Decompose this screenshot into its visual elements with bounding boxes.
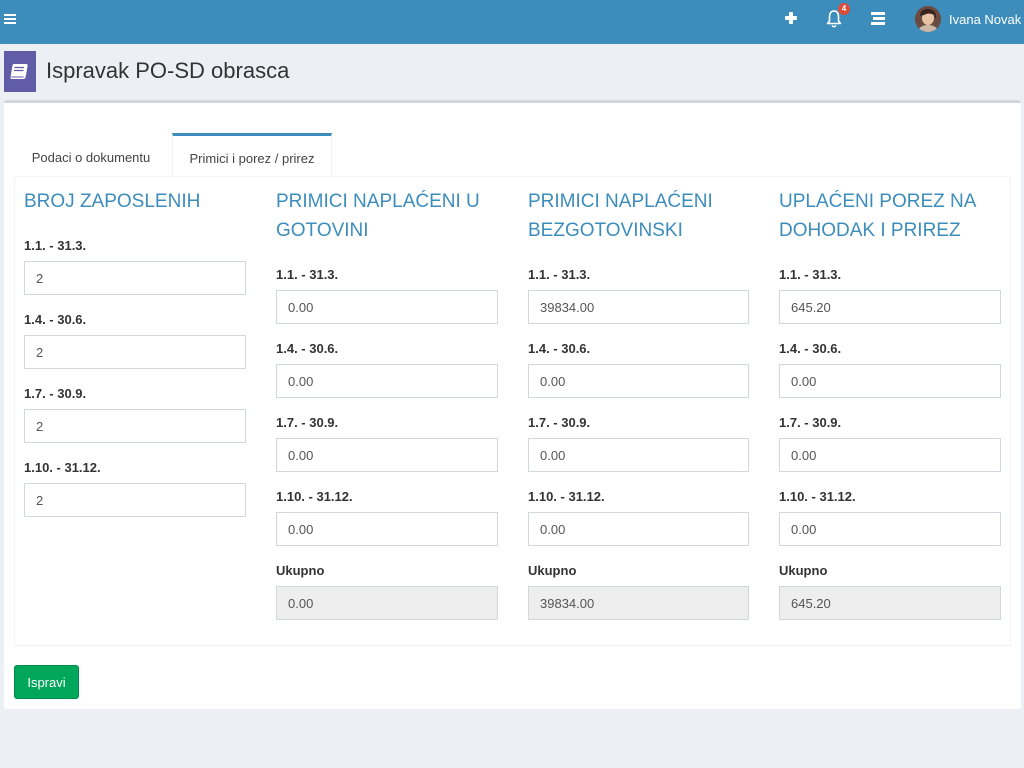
field-label: 1.4. - 30.6. bbox=[24, 312, 87, 327]
field-label: 1.1. - 31.3. bbox=[528, 267, 591, 282]
tab-income-and-tax[interactable]: Primici i porez / prirez bbox=[172, 133, 332, 177]
column-heading-paid-tax: UPLAĆENI POREZ NA DOHODAK I PRIREZ bbox=[779, 191, 976, 241]
menu-toggle-icon[interactable] bbox=[4, 13, 16, 25]
page-title: Ispravak PO-SD obrasca bbox=[46, 58, 290, 83]
paid-tax-q1-input[interactable] bbox=[779, 290, 1001, 324]
cash-income-q4-input[interactable] bbox=[276, 512, 498, 546]
column-heading-employees: BROJ ZAPOSLENIH bbox=[24, 191, 201, 212]
field-label: 1.10. - 31.12. bbox=[24, 460, 101, 475]
field-label: 1.4. - 30.6. bbox=[528, 341, 591, 356]
field-label: 1.7. - 30.9. bbox=[779, 415, 842, 430]
field-label: 1.7. - 30.9. bbox=[276, 415, 339, 430]
employees-q1-input[interactable] bbox=[24, 261, 246, 295]
paid-tax-q4-input[interactable] bbox=[779, 512, 1001, 546]
field-label: 1.4. - 30.6. bbox=[779, 341, 842, 356]
field-label: 1.7. - 30.9. bbox=[528, 415, 591, 430]
noncash-income-total-input bbox=[528, 586, 749, 620]
tab-panel-border bbox=[1010, 176, 1011, 646]
cash-income-q3-input[interactable] bbox=[276, 438, 498, 472]
submit-correction-button[interactable]: Ispravi bbox=[14, 665, 79, 699]
employees-q4-input[interactable] bbox=[24, 483, 246, 517]
field-label: 1.7. - 30.9. bbox=[24, 386, 87, 401]
add-icon[interactable] bbox=[784, 11, 798, 25]
cash-income-q1-input[interactable] bbox=[276, 290, 498, 324]
paid-tax-q3-input[interactable] bbox=[779, 438, 1001, 472]
field-label: 1.10. - 31.12. bbox=[528, 489, 605, 504]
top-navbar: 4 Ivana Novak bbox=[0, 0, 1024, 44]
noncash-income-q1-input[interactable] bbox=[528, 290, 749, 324]
tasks-icon[interactable] bbox=[871, 12, 885, 25]
column-heading-cash-income: PRIMICI NAPLAĆENI U GOTOVINI bbox=[276, 191, 480, 241]
cash-income-total-input bbox=[276, 586, 498, 620]
total-label: Ukupno bbox=[779, 563, 828, 578]
total-label: Ukupno bbox=[528, 563, 577, 578]
book-icon bbox=[4, 51, 36, 92]
tab-document-data[interactable]: Podaci o dokumentu bbox=[14, 136, 168, 180]
field-label: 1.10. - 31.12. bbox=[276, 489, 353, 504]
field-label: 1.1. - 31.3. bbox=[24, 238, 87, 253]
cash-income-q2-input[interactable] bbox=[276, 364, 498, 398]
paid-tax-total-input bbox=[779, 586, 1001, 620]
column-heading-noncash-income: PRIMICI NAPLAĆENI BEZGOTOVINSKI bbox=[528, 191, 713, 241]
tabs-divider bbox=[14, 176, 1010, 177]
noncash-income-q4-input[interactable] bbox=[528, 512, 749, 546]
noncash-income-q3-input[interactable] bbox=[528, 438, 749, 472]
total-label: Ukupno bbox=[276, 563, 325, 578]
field-label: 1.10. - 31.12. bbox=[779, 489, 856, 504]
paid-tax-q2-input[interactable] bbox=[779, 364, 1001, 398]
field-label: 1.1. - 31.3. bbox=[276, 267, 339, 282]
tab-panel-border bbox=[14, 176, 15, 646]
field-label: 1.1. - 31.3. bbox=[779, 267, 842, 282]
employees-q2-input[interactable] bbox=[24, 335, 246, 369]
field-label: 1.4. - 30.6. bbox=[276, 341, 339, 356]
noncash-income-q2-input[interactable] bbox=[528, 364, 749, 398]
user-name[interactable]: Ivana Novak bbox=[949, 12, 1021, 27]
employees-q3-input[interactable] bbox=[24, 409, 246, 443]
user-avatar[interactable] bbox=[915, 6, 941, 32]
notification-count-badge: 4 bbox=[838, 3, 850, 15]
tab-panel-border bbox=[14, 645, 1010, 646]
